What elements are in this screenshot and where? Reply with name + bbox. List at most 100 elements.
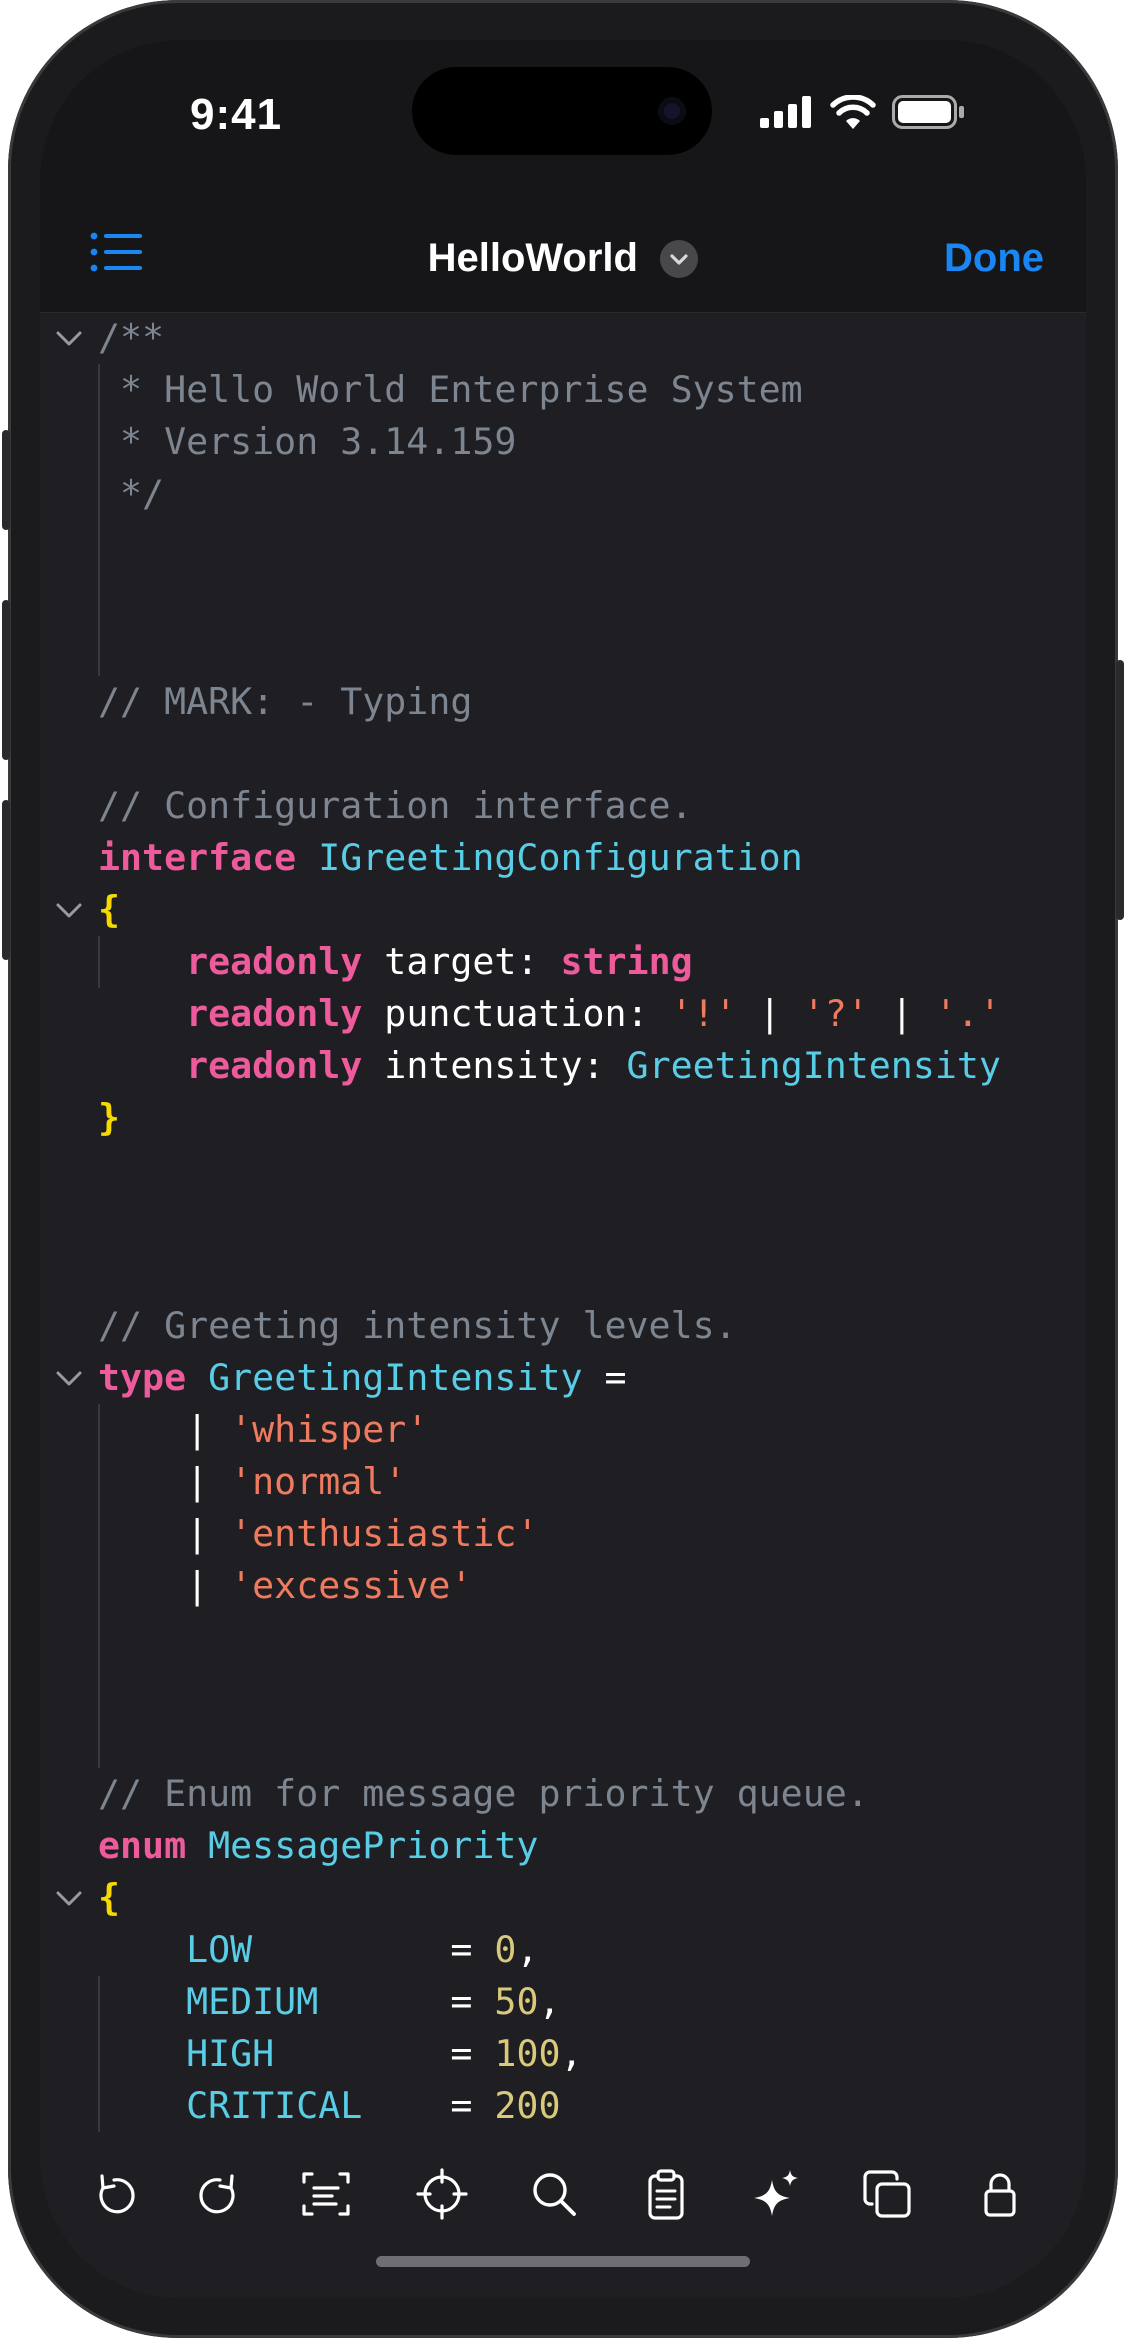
chevron-down-icon — [660, 239, 699, 278]
code-line[interactable]: { — [98, 1872, 120, 1924]
code-token: | — [736, 992, 803, 1035]
status-time: 9:41 — [190, 90, 283, 139]
code-line[interactable]: * Version 3.14.159 — [98, 416, 516, 468]
code-line[interactable]: LOW = 0, — [98, 1924, 538, 1976]
code-token: '.' — [934, 992, 1001, 1035]
chevron-down-icon[interactable] — [52, 1881, 86, 1915]
text-select-icon[interactable] — [296, 2164, 356, 2224]
goto-line-icon[interactable] — [412, 2164, 472, 2224]
code-token: IGreetingConfiguration — [318, 836, 803, 879]
code-editor[interactable]: /** * Hello World Enterprise System * Ve… — [40, 312, 1086, 2142]
code-line[interactable]: // Enum for message priority queue. — [98, 1768, 869, 1820]
code-token: * Version 3.14.159 — [98, 420, 517, 463]
code-token: | — [98, 1408, 231, 1451]
code-token: 'whisper' — [230, 1408, 429, 1451]
code-line[interactable]: * Hello World Enterprise System — [98, 364, 803, 416]
code-token: punctuation: — [362, 992, 671, 1035]
code-line[interactable]: // MARK: - Typing — [98, 676, 472, 728]
code-token: 0 — [494, 1928, 517, 1971]
code-line[interactable]: enum MessagePriority — [98, 1820, 538, 1872]
undo-icon[interactable] — [84, 2164, 144, 2224]
done-button[interactable]: Done — [944, 236, 1044, 281]
code-line[interactable]: | 'whisper' — [98, 1404, 428, 1456]
chevron-down-icon[interactable] — [52, 1361, 86, 1395]
title-menu[interactable]: HelloWorld — [40, 236, 1086, 281]
code-token: GreetingIntensity — [208, 1356, 583, 1399]
code-line[interactable]: type GreetingIntensity = — [98, 1352, 627, 1404]
code-line[interactable]: readonly punctuation: '!' | '?' | '.' — [98, 988, 1001, 1040]
code-token: } — [98, 1096, 121, 1139]
code-line[interactable]: // Configuration interface. — [98, 780, 693, 832]
code-token: MEDIUM — [98, 1980, 319, 2023]
code-line[interactable]: { — [98, 884, 120, 936]
code-line[interactable]: | 'excessive' — [98, 1560, 472, 1612]
code-line[interactable]: HIGH = 100, — [98, 2028, 583, 2080]
code-token: = — [318, 1980, 495, 2023]
duplicate-icon[interactable] — [858, 2164, 918, 2224]
chevron-down-icon[interactable] — [52, 321, 86, 355]
code-line[interactable]: interface IGreetingConfiguration — [98, 832, 803, 884]
code-token: , — [560, 2032, 583, 2075]
code-token: '!' — [670, 992, 737, 1035]
code-line[interactable]: /** — [98, 312, 164, 364]
code-token: target: — [362, 940, 561, 983]
code-line[interactable]: MEDIUM = 50, — [98, 1976, 561, 2028]
code-token: string — [560, 940, 693, 983]
redo-icon[interactable] — [190, 2164, 250, 2224]
code-token: = — [274, 2032, 495, 2075]
front-camera — [658, 97, 686, 125]
code-token: HIGH — [98, 2032, 275, 2075]
code-line[interactable]: CRITICAL = 200 — [98, 2080, 560, 2132]
code-line[interactable]: } — [98, 1092, 120, 1144]
code-token: readonly — [186, 992, 363, 1035]
code-token: CRITICAL — [98, 2084, 363, 2127]
code-token: /** — [98, 316, 165, 359]
code-line[interactable]: */ — [98, 468, 164, 520]
screen: 9:41 HelloWorld Done /** * Hello World E… — [40, 40, 1086, 2298]
code-token: // Configuration interface. — [98, 784, 693, 827]
code-token: { — [98, 888, 121, 931]
code-token: = — [252, 1928, 495, 1971]
lock-icon[interactable] — [970, 2164, 1030, 2224]
code-token: | — [98, 1460, 231, 1503]
code-token: = — [362, 2084, 495, 2127]
code-line[interactable]: | 'normal' — [98, 1456, 406, 1508]
code-token: , — [516, 1928, 539, 1971]
code-token: interface — [98, 836, 297, 879]
code-token: enum — [98, 1824, 187, 1867]
search-icon[interactable] — [524, 2164, 584, 2224]
sparkles-icon[interactable] — [746, 2164, 806, 2224]
code-token: intensity: — [362, 1044, 627, 1087]
code-token: '?' — [802, 992, 869, 1035]
cellular-signal-icon — [760, 96, 811, 128]
code-token: 200 — [494, 2084, 561, 2127]
code-line[interactable]: readonly intensity: GreetingIntensity — [98, 1040, 1001, 1092]
code-line[interactable]: // Greeting intensity levels. — [98, 1300, 737, 1352]
code-token: // MARK: - Typing — [98, 680, 473, 723]
code-line[interactable]: readonly target: string — [98, 936, 693, 988]
status-icons — [760, 95, 966, 129]
code-line[interactable]: | 'enthusiastic' — [98, 1508, 538, 1560]
code-token: | — [98, 1564, 231, 1607]
code-token: // Enum for message priority queue. — [98, 1772, 869, 1815]
action-button — [2, 430, 10, 530]
code-token: 'normal' — [230, 1460, 407, 1503]
home-indicator — [376, 2256, 750, 2267]
code-token: , — [538, 1980, 561, 2023]
volume-down-button — [2, 800, 10, 960]
code-token: GreetingIntensity — [626, 1044, 1001, 1087]
chevron-down-icon[interactable] — [52, 893, 86, 927]
paste-icon[interactable] — [636, 2164, 696, 2224]
wifi-icon — [830, 95, 876, 129]
code-token: 100 — [494, 2032, 561, 2075]
code-token: 'enthusiastic' — [230, 1512, 539, 1555]
battery-icon — [892, 95, 964, 129]
code-token: readonly — [186, 940, 363, 983]
dynamic-island — [412, 67, 712, 155]
code-token: * Hello World Enterprise System — [98, 368, 803, 411]
